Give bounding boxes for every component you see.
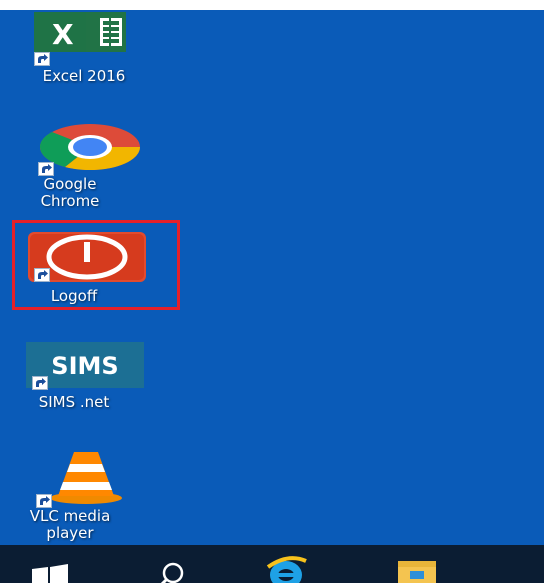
vlc-cone-icon — [48, 448, 124, 508]
svg-text:X: X — [52, 18, 74, 51]
shortcut-arrow-icon — [38, 162, 54, 176]
excel-icon: X — [34, 12, 144, 58]
desktop-icon-vlc-media-player[interactable]: VLC media player — [6, 448, 162, 544]
desktop-icon-google-chrome[interactable]: Google Chrome — [6, 122, 162, 212]
internet-explorer-button[interactable] — [262, 545, 312, 587]
taskbar — [0, 545, 544, 587]
screen-edge — [544, 0, 552, 583]
start-button[interactable] — [24, 545, 74, 583]
shortcut-arrow-icon — [32, 376, 48, 390]
shortcut-arrow-icon — [34, 52, 50, 66]
windows-logo-icon — [32, 564, 68, 583]
search-icon — [158, 562, 184, 587]
folder-icon — [398, 561, 436, 583]
desktop-icon-sims-net[interactable]: SIMS SIMS .net — [6, 342, 162, 422]
screen: X Excel 2016 Google Chrome Logoff SIMS S… — [0, 0, 552, 587]
desktop-icon-excel[interactable]: X Excel 2016 — [6, 10, 162, 90]
desktop[interactable]: X Excel 2016 Google Chrome Logoff SIMS S… — [0, 10, 544, 545]
desktop-icon-label: Excel 2016 — [42, 67, 126, 85]
desktop-icon-label: SIMS .net — [38, 393, 110, 411]
file-explorer-button[interactable] — [394, 545, 444, 583]
svg-text:SIMS: SIMS — [51, 352, 118, 380]
desktop-icon-label: VLC media player — [29, 507, 111, 542]
internet-explorer-icon — [266, 556, 307, 587]
search-button[interactable] — [146, 545, 196, 587]
selection-highlight — [12, 220, 180, 310]
desktop-icon-label: Google Chrome — [40, 175, 100, 210]
chrome-icon — [39, 124, 141, 174]
shortcut-arrow-icon — [36, 494, 52, 508]
